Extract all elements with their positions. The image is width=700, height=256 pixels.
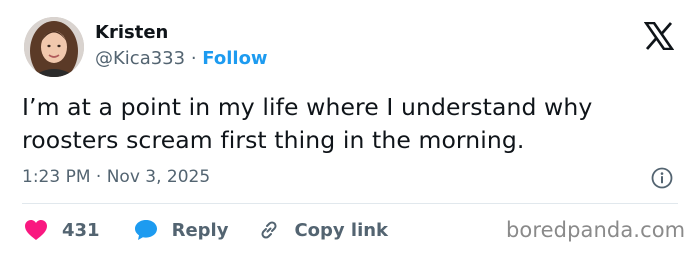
divider [22,203,678,204]
tweet-timestamp[interactable]: 1:23 PM · Nov 3, 2025 [22,167,210,187]
copy-link-button[interactable]: Copy link [258,219,388,241]
avatar[interactable] [24,17,84,77]
avatar-image [24,17,84,77]
author-name[interactable]: Kristen [95,22,168,43]
separator-dot: · [190,48,197,69]
copy-link-label: Copy link [294,219,389,241]
heart-icon [25,220,47,240]
reply-label: Reply [171,219,229,241]
speech-bubble-icon [134,220,157,240]
tweet-text: I’m at a point in my life where I unders… [22,91,682,157]
action-bar: 431 Reply Copy link [24,216,388,244]
author-handle[interactable]: @Kica333 [95,48,185,69]
follow-button[interactable]: Follow [202,48,267,69]
reply-button[interactable]: Reply [134,219,229,241]
x-logo-icon[interactable] [643,21,675,51]
tweet-line-2: roosters scream first thing in the morni… [22,126,525,154]
author-handle-line: @Kica333 · Follow [95,48,268,69]
like-button[interactable]: 431 [24,219,100,241]
link-icon [261,221,277,239]
info-icon[interactable] [651,167,673,189]
like-count: 431 [62,219,100,241]
tweet-line-1: I’m at a point in my life where I unders… [22,93,593,121]
watermark-text: boredpanda.com [506,218,686,242]
